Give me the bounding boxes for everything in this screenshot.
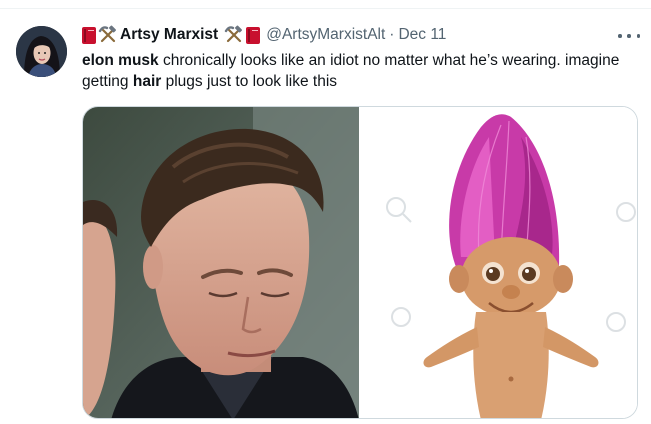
red-book-icon [82, 26, 96, 44]
tweet-media[interactable] [82, 106, 638, 419]
display-name[interactable]: Artsy Marxist [120, 26, 218, 44]
timeline-divider [0, 0, 651, 9]
more-options-icon[interactable] [618, 28, 640, 44]
tweet-header: Artsy Marxist @ArtsyMarxistAlt · Dec 11 [82, 24, 446, 46]
hammer-and-pick-icon [224, 25, 244, 45]
tweet-text: elon musk chronically looks like an idio… [82, 50, 642, 92]
red-book-icon [246, 26, 261, 44]
tweet-text-segment: plugs just to look like this [161, 73, 338, 90]
handle[interactable]: @ArtsyMarxistAlt [266, 26, 385, 44]
tweet-date[interactable]: Dec 11 [398, 26, 446, 44]
tweet-text-bold-hair: hair [132, 73, 162, 90]
avatar[interactable] [16, 26, 67, 77]
media-photo-troll-doll[interactable] [361, 107, 637, 418]
separator-dot: · [389, 26, 395, 43]
media-photo-man[interactable] [83, 107, 359, 418]
hammer-and-pick-icon [98, 25, 118, 45]
tweet-text-bold-subject: elon musk [82, 52, 159, 69]
